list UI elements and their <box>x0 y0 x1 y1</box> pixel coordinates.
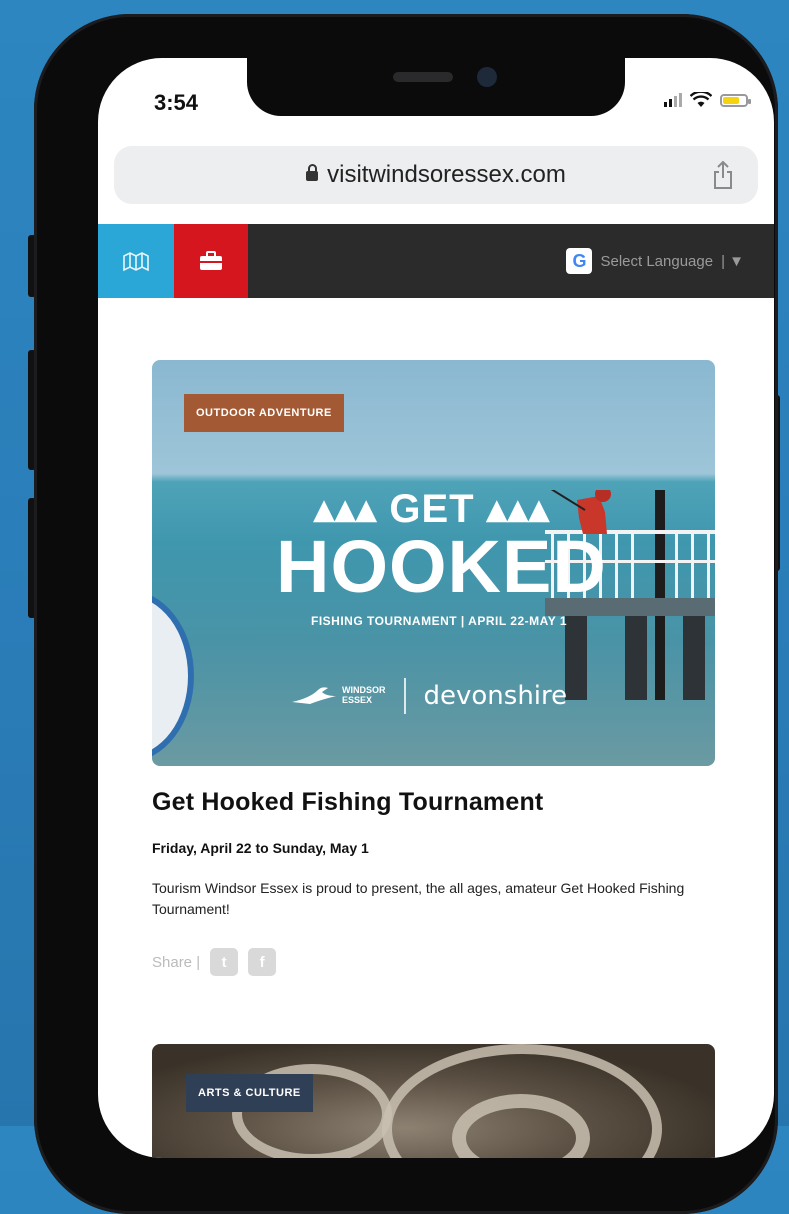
bird-logo-icon <box>292 687 336 704</box>
google-icon: G <box>566 248 593 274</box>
map-icon <box>123 252 149 272</box>
windsor-essex-logo: WINDSOR ESSEX <box>292 685 386 706</box>
language-dropdown-arrow: | ▼ <box>721 252 744 270</box>
share-label: Share | <box>152 953 201 971</box>
wifi-icon <box>690 92 712 107</box>
category-pill[interactable]: ARTS & CULTURE <box>186 1074 313 1112</box>
site-top-nav: G Select Language | ▼ <box>98 224 774 298</box>
address-bar[interactable]: visitwindsoressex.com <box>114 146 758 204</box>
map-button[interactable] <box>98 224 174 298</box>
notch <box>247 58 625 116</box>
url-text: visitwindsoressex.com <box>327 161 566 188</box>
phone-frame: 3:54 visitwindsoressex.com G Select Lang… <box>34 14 778 1214</box>
devonshire-logo: devonshire <box>423 681 568 711</box>
facebook-icon[interactable]: f <box>248 948 277 976</box>
event-title[interactable]: Get Hooked Fishing Tournament <box>152 788 543 817</box>
speaker <box>393 72 453 82</box>
logo-divider <box>403 678 406 714</box>
share-row: Share | t f <box>152 948 277 976</box>
poster-logos: WINDSOR ESSEX devonshire <box>292 678 567 714</box>
status-time: 3:54 <box>154 90 199 115</box>
share-icon[interactable] <box>712 160 734 190</box>
category-pill[interactable]: OUTDOOR ADVENTURE <box>184 394 344 432</box>
second-event-image[interactable]: ARTS & CULTURE <box>152 1044 715 1158</box>
poster-subtitle: FISHING TOURNAMENT | APRIL 22-MAY 1 <box>310 614 567 628</box>
status-icons <box>664 92 751 108</box>
signal-icon <box>664 93 682 107</box>
poster-hooked-text: HOOKED <box>276 525 607 608</box>
briefcase-icon <box>200 251 222 270</box>
front-camera <box>477 67 497 87</box>
battery-icon <box>720 93 751 107</box>
event-image[interactable]: OUTDOOR ADVENTURE ▴▴▴ GET ▴▴▴ HOOKED FIS… <box>152 360 715 766</box>
event-dates: Friday, April 22 to Sunday, May 1 <box>152 840 369 856</box>
language-label: Select Language <box>600 252 714 270</box>
event-description: Tourism Windsor Essex is proud to presen… <box>152 880 685 917</box>
language-selector[interactable]: G Select Language | ▼ <box>566 248 744 274</box>
twitter-icon[interactable]: t <box>210 948 239 976</box>
lock-icon <box>306 164 319 181</box>
briefcase-button[interactable] <box>174 224 248 298</box>
badge-graphic <box>152 590 194 762</box>
phone-screen: 3:54 visitwindsoressex.com G Select Lang… <box>98 58 774 1158</box>
